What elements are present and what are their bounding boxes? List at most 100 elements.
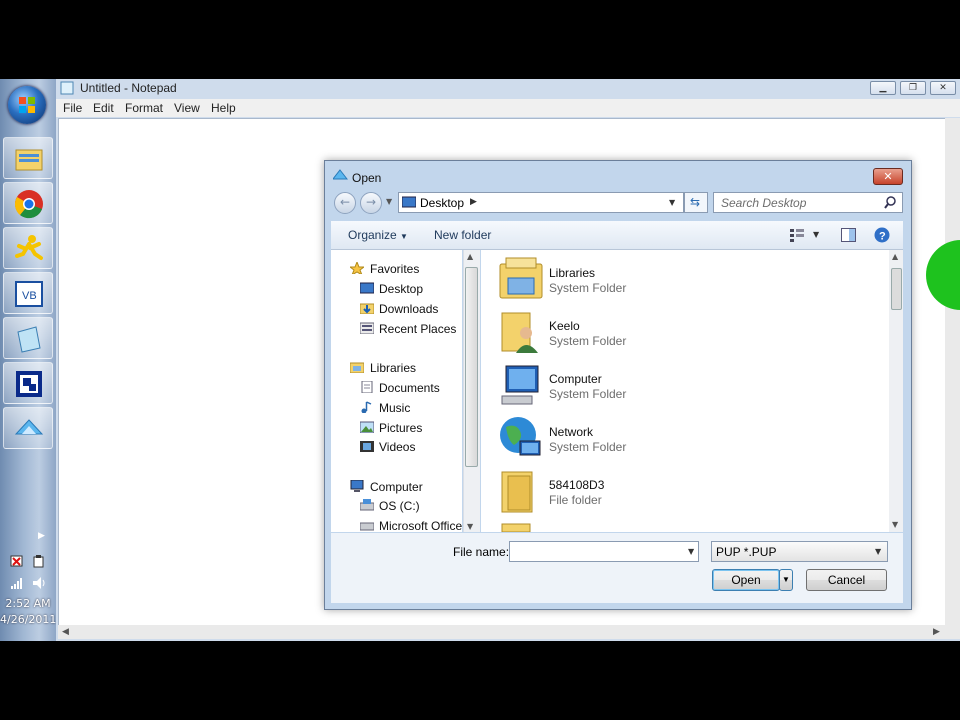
- file-name-label: File name:: [453, 545, 510, 559]
- menu-help[interactable]: Help: [211, 101, 236, 115]
- nav-music[interactable]: Music: [379, 401, 410, 415]
- notepad-horizontal-scrollbar[interactable]: [58, 625, 960, 639]
- libraries-icon: [499, 257, 543, 299]
- clock-time[interactable]: 2:52 AM: [0, 597, 56, 610]
- file-item[interactable]: Computer System Folder: [498, 362, 884, 412]
- organize-button[interactable]: Organize ▼: [348, 228, 408, 242]
- back-arrow-icon: ←: [340, 195, 351, 209]
- file-name-input[interactable]: [509, 541, 699, 562]
- chrome-icon: [14, 190, 43, 219]
- nav-libraries[interactable]: Libraries: [370, 361, 416, 375]
- taskbar-chrome-button[interactable]: [3, 182, 53, 224]
- notepad-vertical-scrollbar[interactable]: [945, 118, 960, 626]
- nav-scrollbar-thumb[interactable]: [465, 267, 478, 467]
- pictures-icon: [360, 421, 374, 433]
- menu-format[interactable]: Format: [125, 101, 163, 115]
- nav-desktop[interactable]: Desktop: [379, 282, 423, 296]
- nav-favorites[interactable]: Favorites: [370, 262, 419, 276]
- flag-icon[interactable]: [10, 554, 24, 568]
- file-item[interactable]: Network System Folder: [498, 415, 884, 465]
- signal-icon[interactable]: [10, 576, 24, 590]
- file-type: System Folder: [549, 281, 627, 295]
- nav-os-c[interactable]: OS (C:): [379, 499, 420, 513]
- folder-icon: [501, 471, 533, 513]
- refresh-button[interactable]: ⇆: [684, 192, 708, 213]
- file-name-dropdown-icon[interactable]: ▼: [688, 547, 694, 556]
- minimize-button[interactable]: ▁: [870, 81, 896, 95]
- taskbar-aim-button[interactable]: [3, 227, 53, 269]
- new-folder-button[interactable]: New folder: [434, 228, 491, 242]
- menu-edit[interactable]: Edit: [93, 101, 114, 115]
- view-dropdown-icon[interactable]: ▼: [813, 230, 819, 239]
- taskbar-vb-button[interactable]: VB: [3, 272, 53, 314]
- file-list-scrollbar-thumb[interactable]: [891, 268, 902, 310]
- dialog-close-button[interactable]: ✕: [873, 168, 903, 185]
- nav-downloads[interactable]: Downloads: [379, 302, 438, 316]
- breadcrumb-chevron-icon[interactable]: ▶: [470, 197, 477, 207]
- file-type: System Folder: [549, 334, 627, 348]
- scroll-right-icon[interactable]: ▶: [933, 627, 940, 637]
- clock-date[interactable]: 4/26/2011: [0, 613, 56, 626]
- volume-icon[interactable]: [32, 576, 46, 590]
- file-type-dropdown-icon[interactable]: ▼: [875, 547, 881, 556]
- nav-scroll-down-icon[interactable]: ▼: [467, 522, 473, 531]
- refresh-icon: ⇆: [690, 195, 701, 209]
- nav-scroll-up-icon[interactable]: ▲: [467, 252, 473, 261]
- address-dropdown-icon[interactable]: ▼: [669, 198, 675, 207]
- open-split-dropdown[interactable]: ▼: [779, 569, 793, 591]
- taskbar-notepad-button[interactable]: [3, 317, 53, 359]
- preview-pane-icon[interactable]: [841, 228, 856, 242]
- help-icon[interactable]: ?: [874, 227, 890, 243]
- file-type: System Folder: [549, 440, 627, 454]
- nav-pictures[interactable]: Pictures: [379, 421, 422, 435]
- music-icon: [361, 401, 372, 413]
- file-item[interactable]: Keelo System Folder: [498, 309, 884, 359]
- file-item[interactable]: 584108D3 File folder: [498, 468, 884, 518]
- recent-places-icon: [360, 322, 374, 334]
- computer-icon: [501, 365, 539, 405]
- dialog-title-icon: [333, 169, 348, 180]
- svg-text:VB: VB: [22, 290, 37, 302]
- notepad-title-icon: [60, 81, 74, 95]
- open-button[interactable]: Open: [712, 569, 780, 591]
- downloads-icon: [360, 303, 374, 314]
- organize-label: Organize: [348, 228, 397, 242]
- file-scroll-down-icon[interactable]: ▼: [892, 520, 898, 529]
- videos-icon: [360, 441, 374, 452]
- taskbar-explorer-button[interactable]: [3, 137, 53, 179]
- nav-computer[interactable]: Computer: [370, 480, 423, 494]
- recent-pages-dropdown-icon[interactable]: ▼: [386, 197, 392, 206]
- search-icon[interactable]: [884, 196, 897, 209]
- close-button[interactable]: ✕: [930, 81, 956, 95]
- menu-file[interactable]: File: [63, 101, 82, 115]
- back-button[interactable]: ←: [334, 192, 356, 214]
- forward-button[interactable]: →: [360, 192, 382, 214]
- file-name: Network: [549, 425, 594, 439]
- address-breadcrumb[interactable]: Desktop: [420, 196, 464, 210]
- file-type: File folder: [549, 493, 602, 507]
- maximize-button[interactable]: ❐: [900, 81, 926, 95]
- nav-microsoft-office[interactable]: Microsoft Office: [379, 519, 462, 533]
- organize-dropdown-icon: ▼: [400, 232, 408, 241]
- dialog-title: Open: [352, 171, 382, 185]
- file-scroll-up-icon[interactable]: ▲: [892, 252, 898, 261]
- svg-text:?: ?: [879, 231, 886, 243]
- network-icon: [500, 417, 541, 456]
- scroll-left-icon[interactable]: ◀: [62, 627, 69, 637]
- menu-view[interactable]: View: [174, 101, 200, 115]
- file-item[interactable]: Libraries System Folder: [498, 256, 884, 306]
- file-name: Libraries: [549, 266, 596, 280]
- start-button[interactable]: [8, 86, 46, 124]
- taskbar-app-button[interactable]: [3, 362, 53, 404]
- power-icon[interactable]: [32, 554, 46, 568]
- file-type: System Folder: [549, 387, 627, 401]
- nav-documents[interactable]: Documents: [379, 381, 440, 395]
- cancel-button[interactable]: Cancel: [806, 569, 887, 591]
- nav-videos[interactable]: Videos: [379, 440, 415, 454]
- favorites-star-icon: [350, 262, 364, 274]
- pup-icon: [14, 419, 44, 435]
- taskbar-pup-button[interactable]: [3, 407, 53, 449]
- view-options-icon[interactable]: [790, 228, 804, 242]
- nav-recent-places[interactable]: Recent Places: [379, 322, 456, 336]
- tray-expand-icon[interactable]: ▶: [38, 531, 45, 541]
